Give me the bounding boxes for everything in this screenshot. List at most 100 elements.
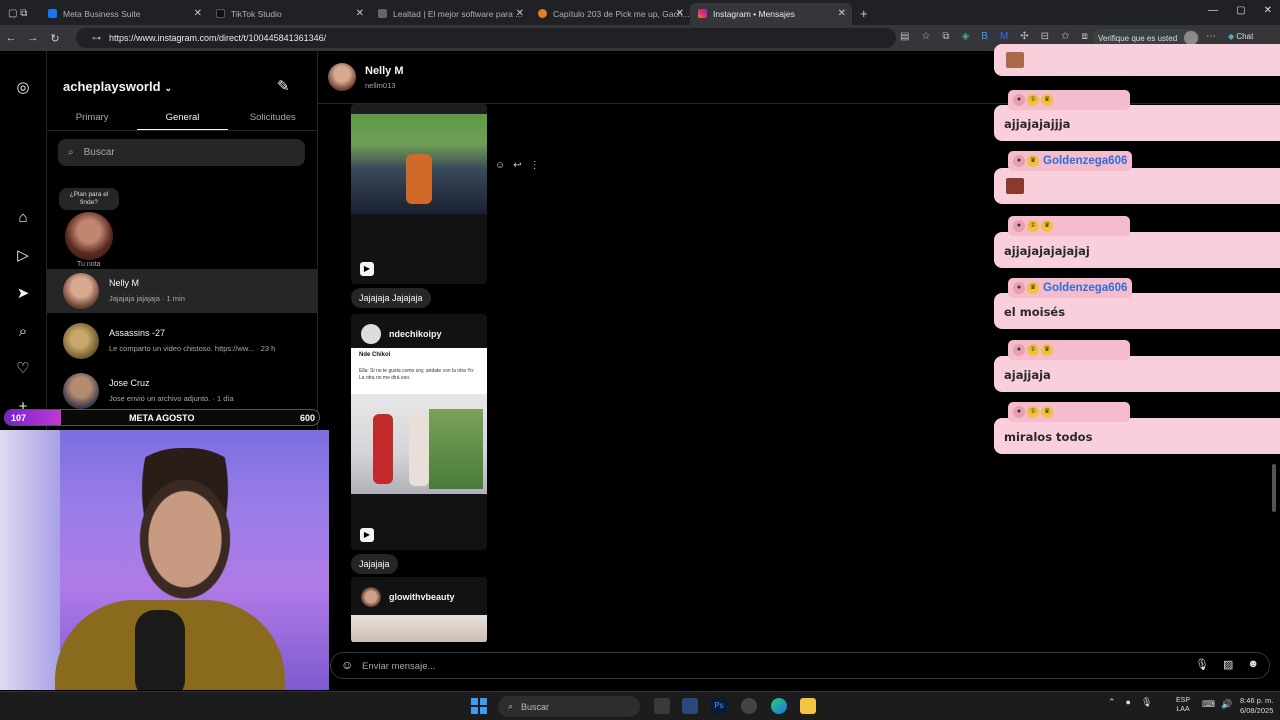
maximize-icon[interactable]: ▢	[1236, 5, 1245, 16]
overlay-user-header: ● ① ♛	[1008, 340, 1130, 360]
split-icon[interactable]: ⊟	[1041, 31, 1049, 42]
overlay-chat-message: el moisés	[994, 293, 1280, 329]
forward-icon[interactable]: →	[22, 32, 44, 44]
puzzle-icon[interactable]: ✣	[1020, 31, 1028, 42]
play-icon: ▶	[360, 528, 374, 542]
image-icon[interactable]: ▨	[1223, 658, 1233, 671]
clock[interactable]: 8:46 p. m. 6/08/2025	[1240, 696, 1273, 716]
shield-icon[interactable]: ◈	[962, 31, 970, 42]
account-switcher[interactable]: acheplaysworld ⌄	[63, 79, 172, 94]
crown-badge-icon: ♛	[1041, 406, 1053, 418]
reels-icon[interactable]: ▷	[14, 247, 32, 265]
user-badge-icon: ●	[1013, 406, 1025, 418]
minimize-icon[interactable]: —	[1208, 5, 1218, 16]
overlay-user-header: ● ① ♛	[1008, 402, 1130, 422]
tab-tiktok-studio[interactable]: TikTok Studio ✕	[208, 3, 370, 25]
copilot-chat-button[interactable]: ◆ Chat	[1228, 32, 1253, 41]
new-tab-button[interactable]: +	[852, 3, 882, 25]
favorite-star-icon[interactable]: ☆	[921, 31, 930, 42]
webcam-microphone	[135, 610, 185, 690]
url-field[interactable]: ⊶ https://www.instagram.com/direct/t/100…	[76, 28, 896, 48]
extension-b-icon[interactable]: B	[981, 31, 988, 42]
react-emoji-icon[interactable]: ☺	[495, 160, 505, 171]
overlay-user-header: ● ① ♛	[1008, 216, 1130, 236]
shared-reel[interactable]: ▶	[351, 104, 487, 284]
tab-general[interactable]: General	[137, 105, 228, 130]
close-window-icon[interactable]: ✕	[1264, 5, 1272, 16]
overlay-chat-message	[994, 168, 1280, 204]
instagram-logo-icon[interactable]: ◎	[14, 79, 32, 97]
message-composer[interactable]: ☺ Enviar mensaje... 🎙 ▨ ☻	[330, 652, 1270, 679]
home-icon[interactable]: ⌂	[14, 209, 32, 227]
avatar	[63, 273, 99, 309]
volume-icon[interactable]: 🔊	[1221, 699, 1232, 710]
tab-actions[interactable]: ▢ ⧉	[0, 3, 40, 25]
more-options-icon[interactable]: ⋮	[530, 160, 540, 171]
tab-requests[interactable]: Solicitudes	[228, 105, 318, 130]
search-input[interactable]: ⌕ Buscar	[58, 139, 305, 166]
tab-pick-me-up[interactable]: Capítulo 203 de Pick me up, Gach... ✕	[530, 3, 690, 25]
chevron-up-icon[interactable]: ⌃	[1108, 697, 1116, 708]
tab-lealtad[interactable]: Lealtad | El mejor software para ... ✕	[370, 3, 530, 25]
manga-favicon-icon	[538, 9, 547, 18]
user-badge-icon: ●	[1013, 94, 1025, 106]
sticker-icon[interactable]: ☻	[1247, 658, 1259, 671]
more-icon[interactable]: ⋯	[1206, 31, 1216, 42]
photoshop-icon[interactable]: Ps	[711, 698, 727, 714]
note-bubble[interactable]: ¿Plan para el finde?	[59, 188, 119, 210]
obs-icon[interactable]	[741, 698, 757, 714]
collections-icon[interactable]: ⧈	[1081, 31, 1087, 42]
composer-actions: 🎙 ▨ ☻	[1195, 658, 1259, 671]
overlay-chat-message: ajjajajajajajaj	[994, 232, 1280, 268]
extension-m-icon[interactable]: M	[1000, 31, 1008, 42]
avatar[interactable]	[65, 212, 113, 260]
close-tab-icon[interactable]: ✕	[838, 8, 846, 19]
shared-reel[interactable]: glowithvbeauty	[351, 577, 487, 642]
message-input[interactable]: Enviar mensaje...	[362, 661, 435, 672]
file-explorer-icon[interactable]	[800, 698, 816, 714]
favorites-icon[interactable]: ✩	[1061, 31, 1069, 42]
tray-app-icon[interactable]: ●	[1126, 697, 1131, 708]
task-view-icon[interactable]	[654, 698, 670, 714]
shared-reel[interactable]: ndechikoipy Nde Chikoi Ella: Si no te gu…	[351, 314, 487, 550]
back-icon[interactable]: ←	[0, 32, 22, 44]
close-tab-icon[interactable]: ✕	[516, 8, 524, 19]
close-tab-icon[interactable]: ✕	[356, 8, 364, 19]
taskbar-search[interactable]: ⌕ Buscar	[498, 696, 640, 717]
extension-icon[interactable]: ⧉	[942, 31, 949, 42]
avatar[interactable]	[328, 63, 356, 91]
tab-primary[interactable]: Primary	[47, 105, 137, 130]
reader-icon[interactable]: ▤	[900, 31, 909, 42]
scrollbar[interactable]	[1272, 464, 1276, 512]
messages-icon[interactable]: ➤	[14, 285, 32, 303]
emoji-icon[interactable]: ☺	[341, 658, 353, 672]
thread-assassins[interactable]: Assassins -27 Le comparto un video chist…	[47, 319, 318, 363]
chat-contact-username: nellm013	[365, 81, 396, 90]
network-icon[interactable]: ⌨	[1202, 699, 1215, 710]
close-tab-icon[interactable]: ✕	[676, 8, 684, 19]
notifications-heart-icon[interactable]: ♡	[14, 360, 32, 378]
site-info-icon[interactable]: ⊶	[92, 33, 101, 44]
avatar	[63, 373, 99, 409]
search-icon[interactable]: ⌕	[14, 323, 32, 341]
overlay-chat-message: miralos todos	[994, 418, 1280, 454]
close-tab-icon[interactable]: ✕	[194, 8, 202, 19]
app-icon[interactable]	[682, 698, 698, 714]
edge-icon[interactable]	[771, 698, 787, 714]
thread-jose-cruz[interactable]: Jose Cruz Jose envió un archivo adjunto.…	[47, 369, 318, 413]
reply-icon[interactable]: ↩	[513, 160, 521, 171]
user-badge-icon: ●	[1013, 220, 1025, 232]
sub-badge-icon: ①	[1027, 94, 1039, 106]
tab-instagram-messages[interactable]: Instagram • Mensajes ✕	[690, 2, 852, 25]
chat-contact-name[interactable]: Nelly M	[365, 65, 404, 77]
start-icon[interactable]	[471, 698, 487, 714]
tab-meta-business[interactable]: Meta Business Suite ✕	[40, 3, 208, 25]
language-indicator[interactable]: ESP LAA	[1176, 696, 1190, 714]
microphone-icon[interactable]: 🎙	[1195, 658, 1209, 671]
compose-icon[interactable]: ✎	[277, 77, 290, 95]
thread-nelly-m[interactable]: Nelly M Jajajaja jajajaja · 1 min	[47, 269, 318, 313]
microphone-icon[interactable]: 🎙	[1141, 697, 1152, 708]
avatar	[361, 587, 381, 607]
reload-icon[interactable]: ↻	[44, 32, 66, 45]
user-badge-icon: ●	[1013, 282, 1025, 294]
